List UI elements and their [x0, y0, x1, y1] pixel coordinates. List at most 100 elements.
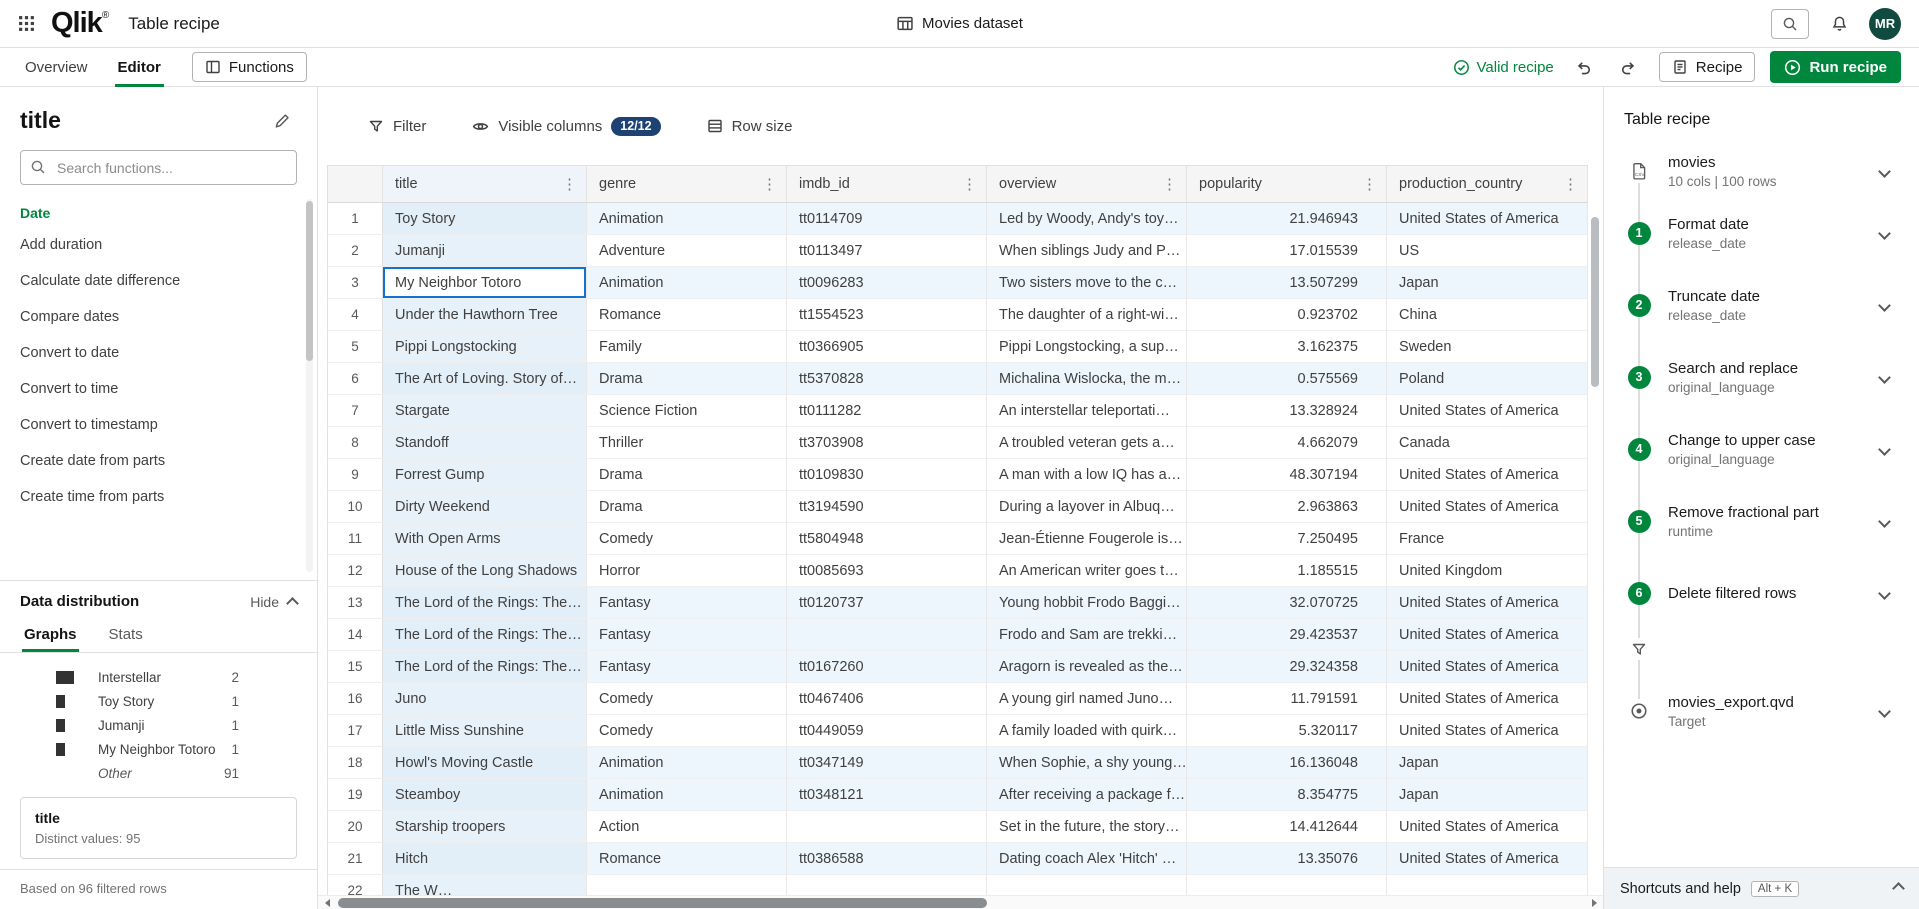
cell-overview[interactable] — [987, 875, 1187, 895]
cell-title[interactable]: The W… — [383, 875, 587, 895]
cell-imdb_id[interactable]: tt0467406 — [787, 683, 987, 715]
cell-imdb_id[interactable]: tt0120737 — [787, 587, 987, 619]
column-menu-icon[interactable]: ⋮ — [1359, 175, 1380, 193]
cell-title[interactable]: The Lord of the Rings: The… — [383, 587, 587, 619]
cell-overview[interactable]: The daughter of a right-wi… — [987, 299, 1187, 331]
function-list-scrollbar-thumb[interactable] — [306, 201, 313, 361]
row-number[interactable]: 13 — [327, 587, 383, 619]
cell-overview[interactable]: Young hobbit Frodo Baggi… — [987, 587, 1187, 619]
shortcuts-and-help-bar[interactable]: Shortcuts and help Alt + K — [1604, 867, 1919, 909]
cell-imdb_id[interactable]: tt0347149 — [787, 747, 987, 779]
cell-production_country[interactable]: Japan — [1387, 779, 1588, 811]
cell-genre[interactable]: Comedy — [587, 715, 787, 747]
row-number[interactable]: 14 — [327, 619, 383, 651]
row-number[interactable]: 15 — [327, 651, 383, 683]
cell-title[interactable]: Howl's Moving Castle — [383, 747, 587, 779]
row-number[interactable]: 16 — [327, 683, 383, 715]
cell-overview[interactable]: A young girl named Juno… — [987, 683, 1187, 715]
cell-overview[interactable]: During a layover in Albuq… — [987, 491, 1187, 523]
cell-imdb_id[interactable]: tt0113497 — [787, 235, 987, 267]
cell-overview[interactable]: Michalina Wislocka, the m… — [987, 363, 1187, 395]
distribution-row[interactable]: Other91 — [56, 761, 239, 785]
row-number[interactable]: 7 — [327, 395, 383, 427]
cell-title[interactable]: Little Miss Sunshine — [383, 715, 587, 747]
cell-genre[interactable]: Action — [587, 811, 787, 843]
cell-title[interactable]: The Lord of the Rings: The… — [383, 651, 587, 683]
cell-production_country[interactable]: United States of America — [1387, 395, 1588, 427]
cell-title[interactable]: Juno — [383, 683, 587, 715]
cell-imdb_id[interactable]: tt0167260 — [787, 651, 987, 683]
cell-genre[interactable]: Comedy — [587, 523, 787, 555]
cell-popularity[interactable]: 2.963863 — [1187, 491, 1387, 523]
chevron-down-icon[interactable] — [1878, 443, 1891, 456]
column-header-production_country[interactable]: production_country⋮ — [1387, 165, 1588, 203]
cell-popularity[interactable] — [1187, 875, 1387, 895]
cell-overview[interactable]: When siblings Judy and P… — [987, 235, 1187, 267]
cell-title[interactable]: Hitch — [383, 843, 587, 875]
cell-imdb_id[interactable]: tt0449059 — [787, 715, 987, 747]
cell-imdb_id[interactable]: tt3703908 — [787, 427, 987, 459]
distribution-row[interactable]: Jumanji1 — [56, 713, 239, 737]
recipe-step[interactable]: 4Change to upper caseoriginal_language — [1618, 413, 1905, 485]
scroll-left-arrow[interactable] — [318, 896, 336, 909]
cell-production_country[interactable] — [1387, 875, 1588, 895]
notifications-bell-icon[interactable] — [1823, 8, 1855, 40]
cell-production_country[interactable]: United States of America — [1387, 203, 1588, 235]
cell-production_country[interactable]: United States of America — [1387, 811, 1588, 843]
cell-imdb_id[interactable]: tt0386588 — [787, 843, 987, 875]
cell-production_country[interactable]: China — [1387, 299, 1588, 331]
cell-imdb_id[interactable]: tt5370828 — [787, 363, 987, 395]
cell-title[interactable]: My Neighbor Totoro — [383, 267, 587, 299]
cell-popularity[interactable]: 29.324358 — [1187, 651, 1387, 683]
cell-production_country[interactable]: Japan — [1387, 747, 1588, 779]
chevron-down-icon[interactable] — [1878, 227, 1891, 240]
recipe-step[interactable]: 6Delete filtered rows — [1618, 557, 1905, 629]
distribution-row[interactable]: Interstellar2 — [56, 665, 239, 689]
cell-genre[interactable]: Fantasy — [587, 619, 787, 651]
cell-genre[interactable]: Drama — [587, 491, 787, 523]
cell-popularity[interactable]: 13.507299 — [1187, 267, 1387, 299]
cell-production_country[interactable]: United States of America — [1387, 587, 1588, 619]
cell-imdb_id[interactable] — [787, 811, 987, 843]
function-item[interactable]: Convert to timestamp — [20, 407, 291, 443]
cell-title[interactable]: Standoff — [383, 427, 587, 459]
row-number[interactable]: 8 — [327, 427, 383, 459]
cell-overview[interactable]: Aragorn is revealed as the… — [987, 651, 1187, 683]
row-number[interactable]: 19 — [327, 779, 383, 811]
cell-overview[interactable]: An interstellar teleportati… — [987, 395, 1187, 427]
cell-title[interactable]: Dirty Weekend — [383, 491, 587, 523]
tab-stats[interactable]: Stats — [107, 620, 145, 652]
cell-popularity[interactable]: 0.575569 — [1187, 363, 1387, 395]
cell-overview[interactable]: After receiving a package f… — [987, 779, 1187, 811]
cell-title[interactable]: The Art of Loving. Story of… — [383, 363, 587, 395]
cell-popularity[interactable]: 4.662079 — [1187, 427, 1387, 459]
cell-popularity[interactable]: 0.923702 — [1187, 299, 1387, 331]
chevron-down-icon[interactable] — [1878, 705, 1891, 718]
column-menu-icon[interactable]: ⋮ — [559, 175, 580, 193]
function-item[interactable]: Create date from parts — [20, 443, 291, 479]
cell-popularity[interactable]: 29.423537 — [1187, 619, 1387, 651]
vertical-scrollbar-thumb[interactable] — [1591, 217, 1599, 387]
search-functions-input[interactable] — [20, 150, 297, 185]
cell-title[interactable]: With Open Arms — [383, 523, 587, 555]
column-header-title[interactable]: title⋮ — [383, 165, 587, 203]
cell-popularity[interactable]: 11.791591 — [1187, 683, 1387, 715]
recipe-step[interactable]: 2Truncate daterelease_date — [1618, 269, 1905, 341]
dataset-selector[interactable]: Movies dataset — [896, 15, 1023, 32]
cell-genre[interactable]: Drama — [587, 459, 787, 491]
row-size-button[interactable]: Row size — [707, 118, 793, 135]
run-recipe-button[interactable]: Run recipe — [1770, 51, 1901, 83]
cell-production_country[interactable]: United States of America — [1387, 459, 1588, 491]
cell-genre[interactable]: Comedy — [587, 683, 787, 715]
cell-popularity[interactable]: 14.412644 — [1187, 811, 1387, 843]
cell-title[interactable]: Stargate — [383, 395, 587, 427]
cell-genre[interactable]: Romance — [587, 299, 787, 331]
cell-genre[interactable]: Family — [587, 331, 787, 363]
function-item[interactable]: Create time from parts — [20, 479, 291, 515]
filter-button[interactable]: Filter — [368, 118, 426, 135]
row-number[interactable]: 3 — [327, 267, 383, 299]
cell-genre[interactable]: Animation — [587, 747, 787, 779]
cell-overview[interactable]: Pippi Longstocking, a sup… — [987, 331, 1187, 363]
recipe-source[interactable]: CSV movies 10 cols | 100 rows — [1618, 145, 1905, 197]
row-number[interactable]: 9 — [327, 459, 383, 491]
